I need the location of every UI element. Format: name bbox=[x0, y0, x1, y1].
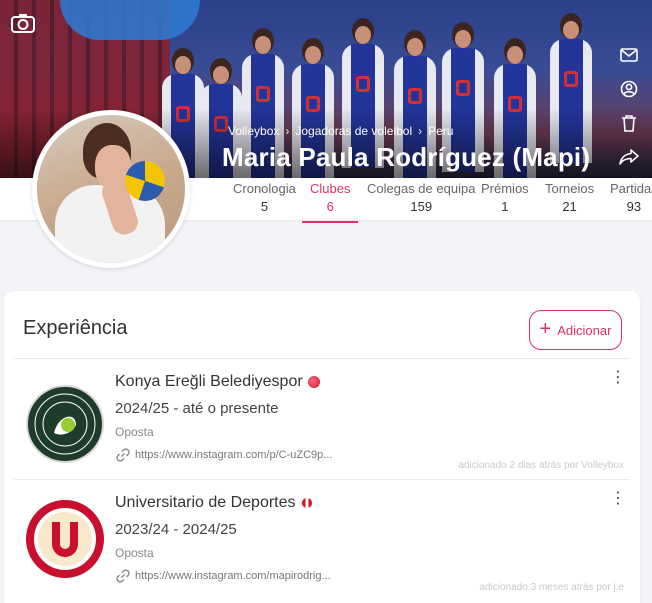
more-vertical-icon[interactable]: ⋮ bbox=[610, 369, 626, 385]
club-logo[interactable] bbox=[26, 500, 104, 578]
page-title: Maria Paula Rodríguez (Mapi) bbox=[222, 142, 591, 172]
experience-card: Experiência + Adicionar Konya Ereğli Bel… bbox=[4, 291, 640, 603]
arena-banner bbox=[60, 0, 200, 40]
tab-clubes[interactable]: Clubes 6 bbox=[301, 181, 360, 223]
link-icon bbox=[116, 569, 130, 583]
tab-label: Clubes bbox=[310, 181, 351, 196]
tab-count: 1 bbox=[501, 199, 509, 214]
player-position: Oposta bbox=[115, 546, 154, 560]
tab-label: Torneios bbox=[545, 181, 595, 196]
chevron-right-icon: › bbox=[285, 124, 290, 138]
mail-icon[interactable] bbox=[616, 44, 642, 66]
tab-count: 93 bbox=[626, 199, 642, 214]
avatar[interactable] bbox=[32, 110, 190, 268]
tab-label: Partidas bbox=[610, 181, 652, 196]
profile-actions bbox=[616, 44, 642, 180]
chevron-right-icon: › bbox=[418, 124, 423, 138]
tab-partidas[interactable]: Partidas 93 bbox=[610, 181, 652, 214]
trash-icon[interactable] bbox=[616, 112, 642, 134]
list-item: Konya Ereğli Belediyespor 2024/25 - até … bbox=[14, 358, 630, 479]
tab-cronologia[interactable]: Cronologia 5 bbox=[233, 181, 296, 214]
plus-icon: + bbox=[539, 318, 552, 340]
flag-turkey-icon bbox=[307, 376, 320, 388]
link-icon bbox=[116, 448, 130, 462]
club-period: 2023/24 - 2024/25 bbox=[115, 521, 237, 538]
source-link-text: https://www.instagram.com/p/C-uZC9p... bbox=[135, 449, 333, 461]
source-link-text: https://www.instagram.com/mapirodrig... bbox=[135, 570, 331, 582]
volleyball-icon bbox=[125, 161, 165, 201]
tab-count: 5 bbox=[260, 199, 269, 214]
source-link[interactable]: https://www.instagram.com/p/C-uZC9p... bbox=[115, 447, 332, 463]
add-button[interactable]: + Adicionar bbox=[529, 310, 622, 350]
tab-label: Colegas de equipa bbox=[367, 181, 476, 196]
breadcrumb-players[interactable]: Jogadoras de voleibol bbox=[295, 124, 412, 138]
player-position: Oposta bbox=[115, 425, 154, 439]
club-logo[interactable] bbox=[26, 385, 104, 463]
source-link[interactable]: https://www.instagram.com/mapirodrig... bbox=[115, 568, 331, 584]
list-item: Universitario de Deportes 2023/24 - 2024… bbox=[14, 479, 630, 600]
club-name[interactable]: Konya Ereğli Belediyespor bbox=[115, 373, 320, 391]
more-vertical-icon[interactable]: ⋮ bbox=[610, 490, 626, 506]
breadcrumb-country[interactable]: Peru bbox=[428, 124, 453, 138]
camera-icon[interactable] bbox=[10, 12, 36, 34]
tab-label: Cronologia bbox=[233, 181, 296, 196]
club-name-text: Konya Ereğli Belediyespor bbox=[115, 373, 303, 390]
tab-count: 159 bbox=[410, 199, 433, 214]
flag-peru-icon bbox=[300, 497, 313, 509]
club-period: 2024/25 - até o presente bbox=[115, 400, 279, 417]
tab-colegas[interactable]: Colegas de equipa 159 bbox=[367, 181, 475, 214]
added-info: adicionado 2 dias atrás por Volleybox bbox=[458, 460, 624, 471]
breadcrumb: Volleybox › Jogadoras de voleibol › Peru bbox=[228, 124, 453, 138]
tab-count: 6 bbox=[326, 199, 334, 214]
breadcrumb-volleybox[interactable]: Volleybox bbox=[228, 124, 279, 138]
share-icon[interactable] bbox=[616, 146, 642, 168]
user-circle-icon[interactable] bbox=[616, 78, 642, 100]
club-name-text: Universitario de Deportes bbox=[115, 494, 296, 511]
section-title: Experiência bbox=[23, 317, 128, 339]
tab-torneios[interactable]: Torneios 21 bbox=[545, 181, 594, 214]
tab-label: Prémios bbox=[481, 181, 529, 196]
club-name[interactable]: Universitario de Deportes bbox=[115, 494, 313, 512]
added-info: adicionado 3 meses atrás por j.e bbox=[479, 582, 624, 593]
tab-premios[interactable]: Prémios 1 bbox=[481, 181, 529, 214]
add-button-label: Adicionar bbox=[557, 322, 612, 338]
tab-count: 21 bbox=[562, 199, 577, 214]
